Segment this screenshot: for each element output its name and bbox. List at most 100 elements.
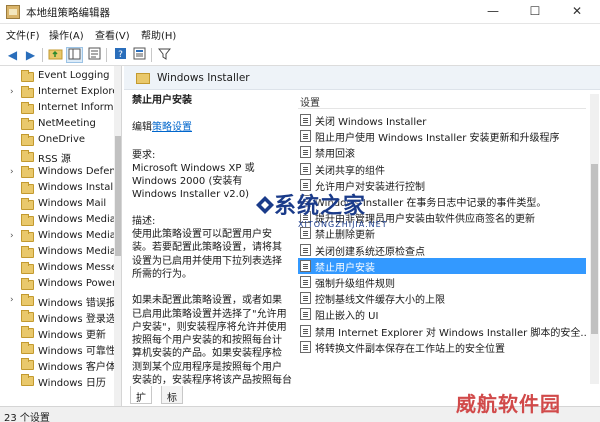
menu-bar: 文件(F) 操作(A) 查看(V) 帮助(H) <box>0 24 600 44</box>
tree-item[interactable]: › Internet Explorer <box>0 85 114 101</box>
settings-column-header[interactable]: 设置 <box>300 94 320 109</box>
description-line: 所需的行为。 <box>132 268 192 280</box>
forward-icon[interactable]: ▶ <box>22 47 39 63</box>
properties-icon[interactable] <box>131 47 148 63</box>
menu-view[interactable]: 查看(V) <box>95 27 130 42</box>
window-title: 本地组策略编辑器 <box>26 7 110 19</box>
description-line: 户安装"，则安装程序将允许并使用 <box>132 321 287 333</box>
folder-icon <box>21 134 34 146</box>
tree-item-label: Event Logging <box>38 70 110 81</box>
setting-row[interactable]: 阻止用户使用 Windows Installer 安装更新和升级程序 <box>298 128 586 144</box>
tab-extended[interactable]: 扩展 <box>130 386 152 419</box>
setting-row[interactable]: 阻止嵌入的 UI <box>298 306 586 322</box>
expand-arrow-icon[interactable]: › <box>10 167 14 177</box>
setting-row[interactable]: 将转换文件副本保存在工作站上的安全位置 <box>298 339 586 355</box>
tree-item[interactable]: RSS 源 <box>0 149 114 165</box>
edit-prefix: 编辑 <box>132 122 152 134</box>
menu-help[interactable]: 帮助(H) <box>141 27 176 42</box>
setting-row[interactable]: 关闭共享的组件 <box>298 161 586 177</box>
svg-text:?: ? <box>118 50 123 60</box>
requirements-label: 要求: <box>132 149 156 161</box>
tree-item[interactable]: Windows Mail <box>0 197 114 213</box>
setting-row[interactable]: 强制升级组件规则 <box>298 274 586 290</box>
tree-item-label: Windows Media <box>38 230 114 241</box>
tree-item[interactable]: Windows 可靠性 <box>0 341 114 357</box>
policy-setting-icon <box>300 259 311 272</box>
setting-label: 禁用回滚 <box>315 149 355 161</box>
folder-up-icon[interactable] <box>47 47 64 63</box>
setting-row[interactable]: 禁止用户安装 <box>298 257 586 274</box>
menu-file[interactable]: 文件(F) <box>6 27 40 42</box>
tree-item[interactable]: Windows 客户体 <box>0 357 114 373</box>
policy-setting-icon <box>300 308 311 321</box>
settings-count: 23 个设置 <box>4 413 50 422</box>
tree-item[interactable]: Windows Messen <box>0 261 114 277</box>
tab-standard[interactable]: 标准 <box>161 386 183 419</box>
folder-icon <box>21 70 34 82</box>
toolbar-separator <box>42 48 43 62</box>
settings-scrollbar[interactable] <box>590 94 599 384</box>
description-line: 如果未配置此策略设置，或者如果 <box>132 295 282 307</box>
tree-item[interactable]: Windows 更新 <box>0 325 114 341</box>
policy-setting-icon <box>300 324 311 337</box>
tree-item[interactable]: › Windows Media <box>0 229 114 245</box>
tree-item-label: Windows 客户体 <box>38 362 114 373</box>
tree-item[interactable]: Windows 日历 <box>0 373 114 389</box>
description-line: 测到某个应用程序是按照每个用户 <box>132 361 282 373</box>
tree-item[interactable]: Windows Media <box>0 245 114 261</box>
maximize-button[interactable]: ☐ <box>514 0 556 22</box>
filter-icon[interactable] <box>156 47 173 63</box>
watermark-corner: 威航软件园 <box>456 392 561 416</box>
tree-item-label: Windows Powers <box>38 278 114 289</box>
expand-arrow-icon[interactable]: › <box>10 87 14 97</box>
tree-item[interactable]: Internet Informat <box>0 101 114 117</box>
tree-item[interactable]: Windows Media <box>0 213 114 229</box>
tree-item[interactable]: › Windows 错误报 <box>0 293 114 309</box>
tree-item[interactable]: Event Logging <box>0 69 114 85</box>
policy-setting-icon <box>300 276 311 288</box>
watermark-domain: XITONGZHIJIA.NET <box>298 220 388 229</box>
tree-scrollbar[interactable] <box>114 66 121 406</box>
tree-item-label: Windows Mail <box>38 198 107 209</box>
expand-arrow-icon[interactable]: › <box>10 295 14 305</box>
edit-policy-link[interactable]: 策略设置 <box>152 122 192 133</box>
tree-item-label: Windows 可靠性 <box>38 346 114 357</box>
tree-item[interactable]: Windows Powers <box>0 277 114 293</box>
tree-item-label: Windows 错误报 <box>38 298 114 309</box>
setting-label: 阻止用户使用 Windows Installer 安装更新和升级程序 <box>315 133 560 145</box>
tree-item[interactable]: › Windows Defender <box>0 165 114 181</box>
folder-icon <box>21 294 34 306</box>
watermark-logo: 系统之家 XITONGZHIJIA.NET <box>254 188 394 246</box>
menu-action[interactable]: 操作(A) <box>49 27 84 42</box>
scrollbar-thumb[interactable] <box>591 164 598 334</box>
tree-item-label: Internet Explorer <box>38 86 114 97</box>
folder-icon <box>21 342 34 354</box>
minimize-button[interactable]: — <box>472 0 514 22</box>
tree-item[interactable]: Windows 登录选 <box>0 309 114 325</box>
setting-label: 禁止用户安装 <box>315 262 375 274</box>
folder-icon <box>21 198 34 210</box>
folder-icon <box>21 214 34 226</box>
setting-row[interactable]: 控制基线文件缓存大小的上限 <box>298 290 586 306</box>
policy-title: 禁止用户安装 <box>132 95 192 106</box>
expand-arrow-icon[interactable]: › <box>10 231 14 241</box>
tree-item[interactable]: NetMeeting <box>0 117 114 133</box>
setting-row[interactable]: 禁用 Internet Explorer 对 Windows Installer… <box>298 323 586 339</box>
tree-item[interactable]: OneDrive <box>0 133 114 149</box>
tree-item[interactable]: Windows Installer <box>0 181 114 197</box>
export-list-icon[interactable] <box>86 47 103 63</box>
back-icon[interactable]: ◀ <box>4 47 21 63</box>
show-hide-tree-icon[interactable] <box>66 47 83 63</box>
close-button[interactable]: ✕ <box>556 0 598 22</box>
setting-label: 阻止嵌入的 UI <box>315 311 379 323</box>
details-header: Windows Installer <box>124 66 600 90</box>
folder-icon <box>21 118 34 130</box>
setting-row[interactable]: 禁用回滚 <box>298 144 586 160</box>
toolbar-separator <box>106 48 107 62</box>
policy-setting-icon <box>300 114 311 126</box>
help-icon[interactable]: ? <box>112 47 129 63</box>
setting-row[interactable]: 关闭 Windows Installer <box>298 112 586 128</box>
toolbar-separator <box>151 48 152 62</box>
setting-label: 关闭共享的组件 <box>315 165 385 177</box>
scrollbar-thumb[interactable] <box>115 136 121 256</box>
